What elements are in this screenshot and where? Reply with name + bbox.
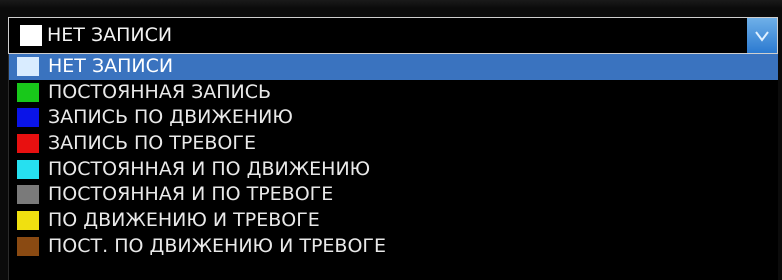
option-motion-recording[interactable]: ЗАПИСЬ ПО ДВИЖЕНИЮ	[9, 105, 778, 131]
option-continuous-and-alarm[interactable]: ПОСТОЯННАЯ И ПО ТРЕВОГЕ	[9, 182, 778, 208]
color-swatch	[17, 57, 39, 76]
option-continuous-and-motion[interactable]: ПОСТОЯННАЯ И ПО ДВИЖЕНИЮ	[9, 157, 778, 183]
color-swatch	[17, 185, 39, 205]
recording-mode-select[interactable]: НЕТ ЗАПИСИ	[8, 17, 778, 54]
selected-color-swatch	[20, 25, 42, 46]
color-swatch	[17, 236, 39, 256]
option-label: ПОСТ. ПО ДВИЖЕНИЮ И ТРЕВОГЕ	[48, 234, 386, 257]
dropdown-toggle-button[interactable]	[747, 18, 777, 53]
option-label: ПОСТОЯННАЯ И ПО ТРЕВОГЕ	[48, 183, 334, 206]
color-swatch	[17, 159, 39, 179]
option-label: ПОСТОЯННАЯ ЗАПИСЬ	[48, 80, 272, 103]
option-alarm-recording[interactable]: ЗАПИСЬ ПО ТРЕВОГЕ	[9, 131, 778, 157]
option-continuous-motion-and-alarm[interactable]: ПОСТ. ПО ДВИЖЕНИЮ И ТРЕВОГЕ	[9, 234, 778, 260]
color-swatch	[17, 108, 39, 128]
option-continuous-recording[interactable]: ПОСТОЯННАЯ ЗАПИСЬ	[9, 80, 778, 106]
color-swatch	[17, 82, 39, 102]
option-label: ЗАПИСЬ ПО ТРЕВОГЕ	[48, 132, 256, 155]
top-border	[0, 0, 782, 8]
chevron-down-icon	[755, 31, 769, 42]
option-motion-and-alarm[interactable]: ПО ДВИЖЕНИЮ И ТРЕВОГЕ	[9, 208, 778, 234]
options-list: НЕТ ЗАПИСИ ПОСТОЯННАЯ ЗАПИСЬ ЗАПИСЬ ПО Д…	[8, 54, 778, 280]
color-swatch	[17, 134, 39, 154]
recording-mode-dropdown: НЕТ ЗАПИСИ НЕТ ЗАПИСИ ПОСТОЯННАЯ ЗАПИСЬ …	[0, 0, 782, 280]
option-label: НЕТ ЗАПИСИ	[48, 55, 174, 77]
option-label: ЗАПИСЬ ПО ДВИЖЕНИЮ	[48, 106, 293, 129]
option-no-recording[interactable]: НЕТ ЗАПИСИ	[9, 54, 778, 80]
color-swatch	[17, 211, 39, 231]
option-label: ПО ДВИЖЕНИЮ И ТРЕВОГЕ	[48, 209, 320, 232]
option-label: ПОСТОЯННАЯ И ПО ДВИЖЕНИЮ	[48, 157, 371, 180]
selected-value: НЕТ ЗАПИСИ	[47, 24, 173, 46]
